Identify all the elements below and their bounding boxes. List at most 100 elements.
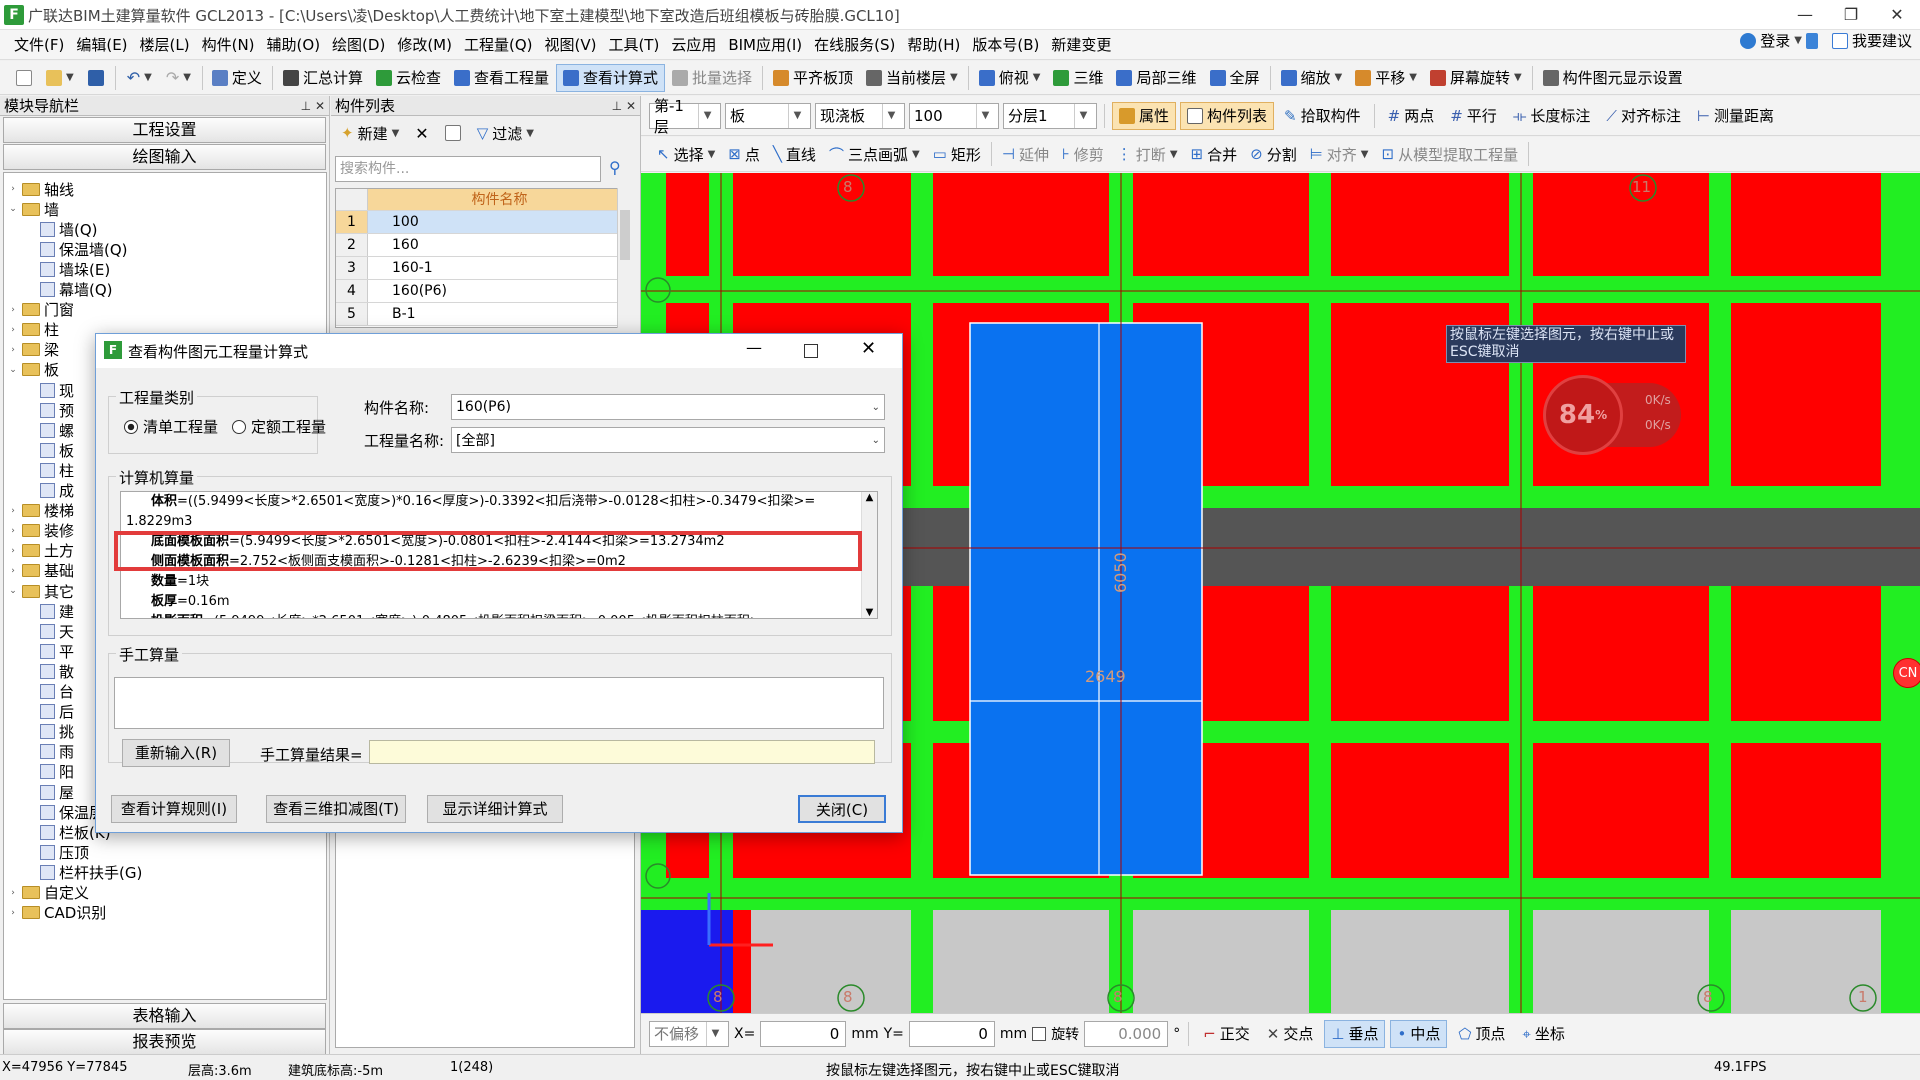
length-mark-button[interactable]: ⟛ 长度标注 bbox=[1507, 102, 1597, 130]
parallel-button[interactable]: # 平行 bbox=[1444, 102, 1503, 130]
rotate-checkbox[interactable] bbox=[1032, 1026, 1047, 1041]
radio-list-qty[interactable]: 清单工程量 bbox=[124, 416, 218, 437]
menu-item-12[interactable]: 在线服务(S) bbox=[808, 30, 901, 60]
reenter-button[interactable]: 重新输入(R) bbox=[122, 739, 230, 767]
report-preview-button[interactable]: 报表预览 bbox=[3, 1029, 326, 1055]
menu-item-7[interactable]: 工程量(Q) bbox=[458, 30, 539, 60]
show-detail-button[interactable]: 显示详细计算式 bbox=[427, 795, 563, 823]
expand-toggle-icon[interactable]: › bbox=[8, 325, 18, 335]
view-rules-button[interactable]: 查看计算规则(I) bbox=[111, 795, 237, 823]
expand-toggle-icon[interactable]: › bbox=[8, 526, 18, 536]
search-icon[interactable]: ⚲ bbox=[609, 158, 621, 177]
tree-node-11[interactable]: 预 bbox=[40, 400, 74, 420]
toolbar1-button-13[interactable]: 平移 ▼ bbox=[1349, 64, 1423, 92]
toolbar1-button-4[interactable]: 查看计算式 bbox=[555, 63, 665, 92]
menu-item-15[interactable]: 新建变更 bbox=[1045, 30, 1117, 60]
toolbar1-button-1[interactable]: 汇总计算 bbox=[277, 64, 369, 92]
tree-node-12[interactable]: 螺 bbox=[40, 420, 74, 440]
toolbar1-button-7[interactable]: 当前楼层 ▼ bbox=[860, 64, 964, 92]
tree-node-15[interactable]: 成 bbox=[40, 481, 74, 501]
new-component-button[interactable]: ✦ 新建 ▼ bbox=[335, 119, 405, 147]
menu-item-3[interactable]: 构件(N) bbox=[196, 30, 261, 60]
expand-toggle-icon[interactable]: › bbox=[8, 546, 18, 556]
draw-tool-4[interactable]: ▭ 矩形 bbox=[927, 140, 987, 168]
menu-item-5[interactable]: 绘图(D) bbox=[326, 30, 391, 60]
pin-close-icon[interactable]: ⊥ ✕ bbox=[612, 96, 636, 116]
table-row[interactable]: 3 160-1 bbox=[336, 257, 631, 280]
tree-node-4[interactable]: 墙垛(E) bbox=[40, 259, 110, 279]
tree-node-2[interactable]: 墙(Q) bbox=[40, 219, 98, 239]
name-select[interactable]: 100 ▼ bbox=[909, 102, 999, 129]
expand-toggle-icon[interactable]: ⌄ bbox=[8, 365, 18, 375]
tree-node-14[interactable]: 柱 bbox=[40, 460, 74, 480]
tree-node-30[interactable]: 屋 bbox=[40, 782, 74, 802]
edge-badge[interactable]: CN bbox=[1893, 658, 1920, 688]
menu-item-2[interactable]: 楼层(L) bbox=[134, 30, 196, 60]
tree-node-35[interactable]: › 自定义 bbox=[8, 883, 89, 903]
toolbar1-button-8[interactable]: 俯视 ▼ bbox=[973, 64, 1047, 92]
midpoint-snap-button[interactable]: • 中点 bbox=[1390, 1019, 1448, 1048]
menu-item-9[interactable]: 工具(T) bbox=[602, 30, 665, 60]
undo-button[interactable]: ↶ ▼ bbox=[121, 64, 158, 92]
draw-tool-1[interactable]: ⊠ 点 bbox=[722, 140, 766, 168]
perpendicular-snap-button[interactable]: ⊥ 垂点 bbox=[1324, 1019, 1386, 1048]
toolbar1-button-0[interactable]: 定义 bbox=[206, 64, 268, 92]
toolbar1-button-15[interactable]: 构件图元显示设置 bbox=[1537, 64, 1689, 92]
menu-item-6[interactable]: 修改(M) bbox=[391, 30, 458, 60]
draw-tool-6[interactable]: ⊦ 修剪 bbox=[1056, 140, 1110, 168]
toolbar1-button-2[interactable]: 云检查 bbox=[370, 64, 447, 92]
dialog-close-action-button[interactable]: 关闭(C) bbox=[798, 795, 886, 823]
pick-component-button[interactable]: ✎ 拾取构件 bbox=[1278, 102, 1367, 130]
filter-button[interactable]: ▽ 过滤 ▼ bbox=[471, 119, 540, 147]
coordinate-snap-button[interactable]: ⌖ 坐标 bbox=[1516, 1020, 1570, 1048]
draw-tool-0[interactable]: ↖ 选择 ▼ bbox=[651, 140, 721, 168]
tree-node-16[interactable]: › 楼梯 bbox=[8, 501, 74, 521]
floor-select[interactable]: 第-1层 ▼ bbox=[649, 97, 721, 136]
tree-node-33[interactable]: 压顶 bbox=[40, 842, 89, 862]
expand-toggle-icon[interactable]: › bbox=[8, 888, 18, 898]
tree-node-25[interactable]: 台 bbox=[40, 682, 74, 702]
measure-button[interactable]: ⊢ 测量距离 bbox=[1691, 102, 1780, 130]
component-list-button[interactable]: 构件列表 bbox=[1180, 101, 1275, 130]
y-offset-input[interactable]: 0 bbox=[908, 1020, 995, 1047]
tree-node-6[interactable]: › 门窗 bbox=[8, 300, 74, 320]
properties-button[interactable]: 属性 bbox=[1112, 101, 1177, 130]
minimize-button[interactable]: — bbox=[1782, 0, 1828, 30]
radio-quota-qty[interactable]: 定额工程量 bbox=[232, 416, 326, 437]
menu-item-4[interactable]: 辅助(O) bbox=[261, 30, 327, 60]
open-file-button[interactable]: ▼ bbox=[40, 64, 80, 92]
tree-node-23[interactable]: 平 bbox=[40, 641, 74, 661]
menu-item-0[interactable]: 文件(F) bbox=[8, 30, 70, 60]
tree-node-8[interactable]: › 梁 bbox=[8, 340, 59, 360]
draw-tool-7[interactable]: ⋮ 打断 ▼ bbox=[1111, 140, 1184, 168]
tree-node-9[interactable]: ⌄ 板 bbox=[8, 360, 59, 380]
expand-toggle-icon[interactable]: › bbox=[8, 908, 18, 918]
pin-close-icon[interactable]: ⊥ ✕ bbox=[301, 96, 325, 116]
toolbar1-button-5[interactable]: 批量选择 bbox=[666, 64, 758, 92]
draw-input-button[interactable]: 绘图输入 bbox=[3, 144, 326, 170]
tree-node-19[interactable]: › 基础 bbox=[8, 561, 74, 581]
expand-toggle-icon[interactable]: › bbox=[8, 345, 18, 355]
tree-node-36[interactable]: › CAD识别 bbox=[8, 903, 106, 923]
ortho-button[interactable]: ⌐ 正交 bbox=[1197, 1020, 1256, 1048]
tree-node-10[interactable]: 现 bbox=[40, 380, 74, 400]
component-search-input[interactable]: 搜索构件... bbox=[335, 156, 601, 182]
expand-toggle-icon[interactable]: ⌄ bbox=[8, 586, 18, 596]
draw-tool-5[interactable]: ⊣ 延伸 bbox=[996, 140, 1055, 168]
expand-toggle-icon[interactable]: ⌄ bbox=[8, 204, 18, 214]
delete-component-button[interactable]: ✕ bbox=[409, 119, 434, 147]
table-scrollbar[interactable] bbox=[617, 188, 632, 328]
dialog-minimize-button[interactable]: — bbox=[746, 338, 762, 357]
copy-component-button[interactable] bbox=[439, 119, 467, 147]
suggest-button[interactable]: 我要建议 bbox=[1831, 30, 1912, 51]
restore-button[interactable]: ❐ bbox=[1828, 0, 1874, 30]
two-point-button[interactable]: # 两点 bbox=[1382, 102, 1441, 130]
tree-node-13[interactable]: 板 bbox=[40, 440, 74, 460]
table-row[interactable]: 4 160(P6) bbox=[336, 280, 631, 303]
expand-toggle-icon[interactable]: › bbox=[8, 305, 18, 315]
draw-tool-10[interactable]: ⊨ 对齐 ▼ bbox=[1304, 140, 1375, 168]
tree-node-17[interactable]: › 装修 bbox=[8, 521, 74, 541]
close-button[interactable]: ✕ bbox=[1874, 0, 1920, 30]
menu-item-1[interactable]: 编辑(E) bbox=[70, 30, 133, 60]
menu-item-11[interactable]: BIM应用(I) bbox=[722, 30, 808, 60]
